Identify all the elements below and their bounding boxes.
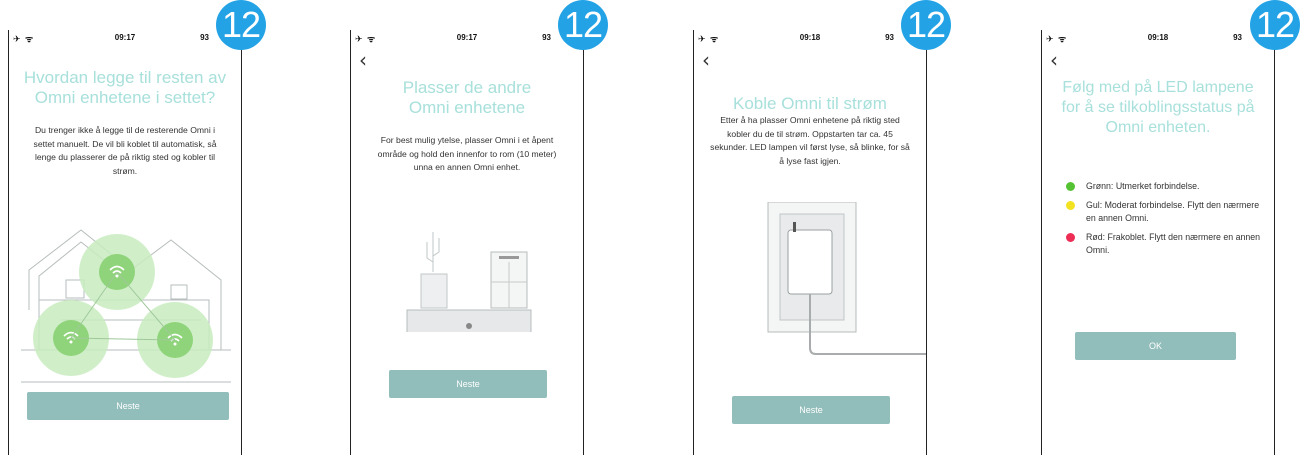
page-description: Etter å ha plasser Omni enhetene på rikt… [710,115,910,166]
yellow-dot-icon [1066,201,1075,210]
ok-button[interactable]: OK [1075,332,1236,360]
page-description: Du trenger ikke å legge til de resterend… [33,125,217,176]
led-item-yellow: Gul: Moderat forbindelse. Flytt den nærm… [1066,199,1262,225]
step-badge: 12 [1250,0,1300,50]
next-button[interactable]: Neste [27,392,229,420]
page-title: Hvordan legge til resten av Omni enheten… [23,68,227,107]
battery-percent: 93 [542,33,551,42]
battery-percent: 93 [885,33,894,42]
step-badge: 12 [558,0,608,50]
led-item-label: Rød: Frakoblet. Flytt den nærmere en ann… [1086,232,1261,255]
step-badge: 12 [216,0,266,50]
battery-percent: 93 [200,33,209,42]
led-status-list: Grønn: Utmerket forbindelse. Gul: Modera… [1066,180,1262,263]
red-dot-icon [1066,233,1075,242]
page-title: Plasser de andre Omni enhetene [402,78,532,117]
status-bar: ✈ ᯤ 09:17 93 [351,30,583,44]
page-title: Følg med på LED lampene for å se tilkobl… [1061,79,1255,136]
status-bar: ✈ ᯤ 09:18 93 [694,30,926,44]
page-description: For best mulig ytelse, plasser Omni i et… [377,135,557,172]
screen-place-devices: ✈ ᯤ 09:17 93 ‹ Plasser de andre Omni enh… [350,30,584,455]
led-item-red: Rød: Frakoblet. Flytt den nærmere en ann… [1066,231,1262,257]
back-chevron-icon[interactable]: ‹ [1050,50,1058,70]
house-mesh-illustration [21,229,231,383]
step-badge: 12 [901,0,951,50]
screen-connect-power: ✈ ᯤ 09:18 93 ‹ Koble Omni til strøm Ette… [693,30,927,455]
table-device-illustration [406,232,532,332]
led-item-label: Grønn: Utmerket forbindelse. [1086,181,1200,191]
screen-led-status: ✈ ᯤ 09:18 93 ‹ Følg med på LED lampene f… [1041,30,1275,455]
back-chevron-icon[interactable]: ‹ [702,50,710,70]
led-item-label: Gul: Moderat forbindelse. Flytt den nærm… [1086,200,1260,223]
next-button[interactable]: Neste [732,396,890,424]
green-dot-icon [1066,182,1075,191]
status-bar: ✈ ᯤ 09:18 93 [1042,30,1274,44]
led-item-green: Grønn: Utmerket forbindelse. [1066,180,1262,193]
battery-percent: 93 [1233,33,1242,42]
power-outlet-illustration [767,202,926,355]
screen-add-remaining: ✈ ᯤ 09:17 93 Hvordan legge til resten av… [8,30,242,455]
back-chevron-icon[interactable]: ‹ [359,50,367,70]
next-button[interactable]: Neste [389,370,547,398]
status-bar: ✈ ᯤ 09:17 93 [9,30,241,44]
page-title: Koble Omni til strøm [733,94,887,113]
